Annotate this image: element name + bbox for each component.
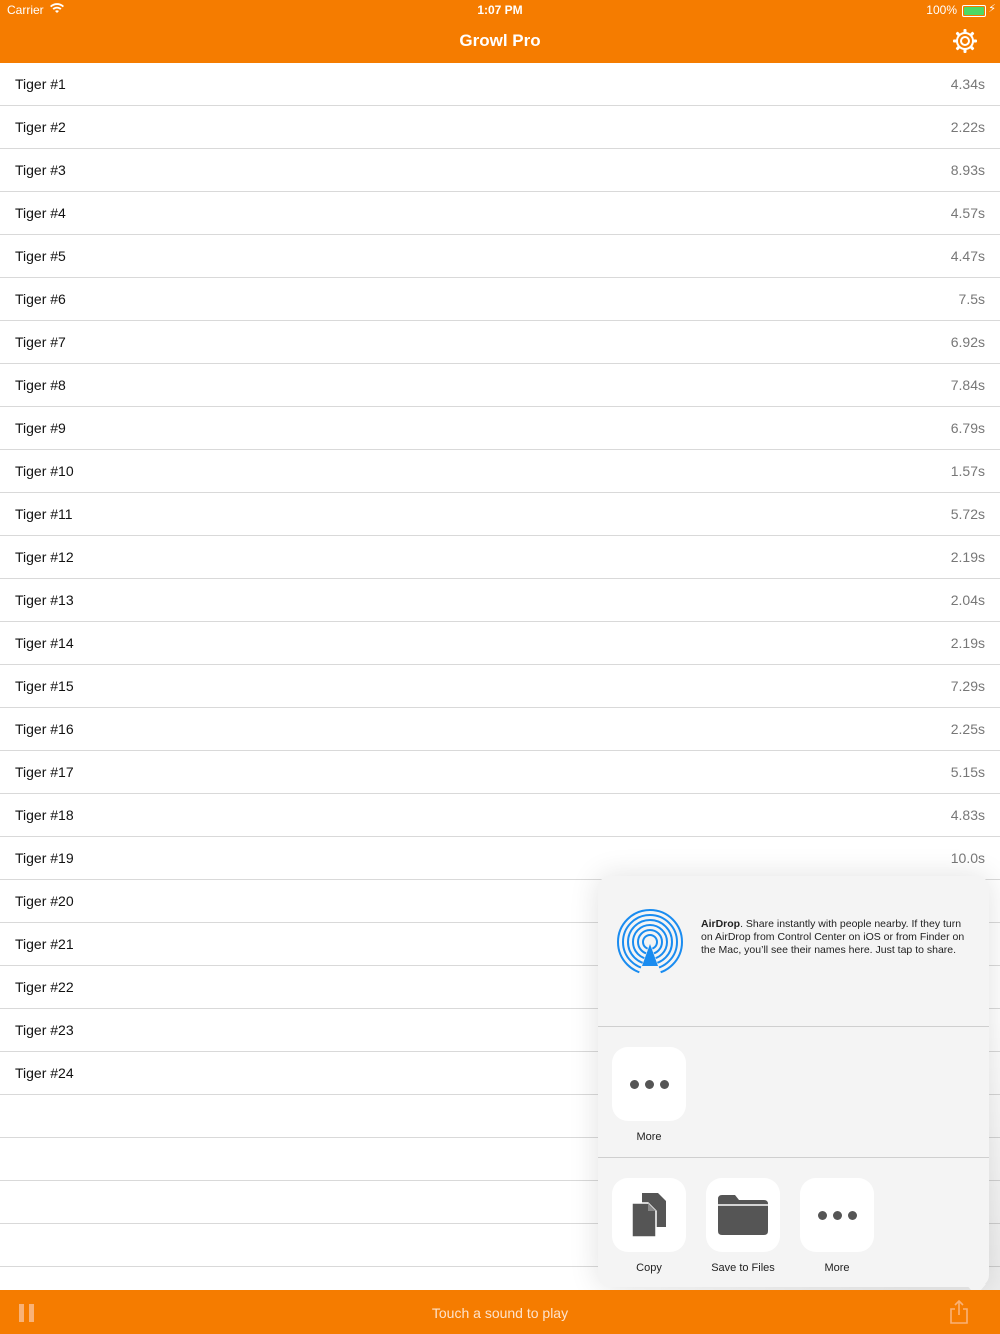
sound-row[interactable]: Tiger #12 2.19s [0,536,1000,579]
share-sheet: AirDrop. Share instantly with people nea… [598,876,989,1287]
sound-duration: 4.34s [950,76,985,92]
sound-row[interactable]: Tiger #4 4.57s [0,192,1000,235]
sound-duration: 8.93s [950,162,985,178]
copy-button[interactable]: Copy [612,1178,686,1274]
sound-name: Tiger #8 [15,377,66,393]
sound-duration: 4.47s [950,248,985,264]
sound-row[interactable]: Tiger #19 10.0s [0,837,1000,880]
sound-row[interactable]: Tiger #8 7.84s [0,364,1000,407]
gear-icon[interactable] [952,28,978,54]
sound-duration: 2.19s [950,635,985,651]
sound-duration: 6.79s [950,420,985,436]
sound-name: Tiger #19 [15,850,74,866]
sound-row[interactable]: Tiger #5 4.47s [0,235,1000,278]
sound-name: Tiger #23 [15,1022,74,1038]
save-to-files-button[interactable]: Save to Files [706,1178,780,1274]
sound-name: Tiger #15 [15,678,74,694]
sound-row[interactable]: Tiger #11 5.72s [0,493,1000,536]
sound-name: Tiger #9 [15,420,66,436]
sound-name: Tiger #1 [15,76,66,92]
sound-name: Tiger #13 [15,592,74,608]
share-icon[interactable] [949,1299,969,1324]
sound-row[interactable]: Tiger #1 4.34s [0,63,1000,106]
sound-duration: 6.92s [950,334,985,350]
sound-duration: 10.0s [950,850,985,866]
sound-name: Tiger #18 [15,807,74,823]
player-bar: Touch a sound to play [0,1290,1000,1334]
sound-row[interactable]: Tiger #3 8.93s [0,149,1000,192]
sound-duration: 4.57s [950,205,985,221]
sound-name: Tiger #21 [15,936,74,952]
sound-name: Tiger #20 [15,893,74,909]
sound-duration: 7.5s [958,291,985,307]
share-apps-row: More [598,1027,989,1158]
sound-name: Tiger #22 [15,979,74,995]
airdrop-body: . Share instantly with people nearby. If… [701,918,965,956]
navigation-bar: Carrier 1:07 PM 100% ⚡ Growl Pro [0,0,1000,63]
more-icon[interactable] [800,1178,874,1252]
more-actions-button[interactable]: More [800,1178,874,1274]
copy-icon[interactable] [612,1178,686,1252]
sound-row[interactable]: Tiger #17 5.15s [0,751,1000,794]
sound-row[interactable]: Tiger #18 4.83s [0,794,1000,837]
sound-name: Tiger #16 [15,721,74,737]
sound-row[interactable]: Tiger #7 6.92s [0,321,1000,364]
sound-duration: 2.19s [950,549,985,565]
sound-name: Tiger #5 [15,248,66,264]
sound-name: Tiger #11 [15,506,73,522]
sound-row[interactable]: Tiger #6 7.5s [0,278,1000,321]
sound-duration: 7.29s [950,678,985,694]
sound-duration: 5.15s [950,764,985,780]
sound-row[interactable]: Tiger #2 2.22s [0,106,1000,149]
folder-icon[interactable] [706,1178,780,1252]
battery-percent: 100% [926,3,957,17]
sound-name: Tiger #10 [15,463,74,479]
sound-name: Tiger #6 [15,291,66,307]
sound-row[interactable]: Tiger #9 6.79s [0,407,1000,450]
share-actions-row: Copy Save to Files More [598,1158,989,1287]
sound-row[interactable]: Tiger #15 7.29s [0,665,1000,708]
battery-icon [962,5,986,17]
sound-duration: 2.25s [950,721,985,737]
sound-duration: 2.22s [950,119,985,135]
more-apps-button[interactable]: More [612,1047,686,1143]
page-title: Growl Pro [459,31,541,50]
sound-name: Tiger #4 [15,205,66,221]
sound-row[interactable]: Tiger #14 2.19s [0,622,1000,665]
sound-name: Tiger #7 [15,334,66,350]
sound-name: Tiger #3 [15,162,66,178]
airdrop-description: AirDrop. Share instantly with people nea… [701,918,971,957]
sound-duration: 7.84s [950,377,985,393]
save-to-files-label: Save to Files [711,1262,775,1274]
charging-icon: ⚡ [988,3,996,15]
sound-duration: 2.04s [950,592,985,608]
sound-row[interactable]: Tiger #10 1.57s [0,450,1000,493]
sound-row[interactable]: Tiger #16 2.25s [0,708,1000,751]
airdrop-title: AirDrop [701,918,741,930]
status-time: 1:07 PM [477,3,523,17]
sound-row[interactable]: Tiger #13 2.04s [0,579,1000,622]
sound-name: Tiger #14 [15,635,74,651]
sound-duration: 1.57s [950,463,985,479]
sound-duration: 5.72s [950,506,985,522]
more-actions-label: More [824,1262,850,1274]
more-apps-label: More [636,1131,662,1143]
more-icon[interactable] [612,1047,686,1121]
airdrop-section[interactable]: AirDrop. Share instantly with people nea… [598,876,989,1027]
play-hint: Touch a sound to play [431,1305,569,1321]
sound-duration: 4.83s [950,807,985,823]
status-bar: Carrier 1:07 PM 100% ⚡ [0,0,1000,22]
airdrop-icon[interactable] [616,908,684,976]
copy-label: Copy [636,1262,662,1274]
sound-name: Tiger #12 [15,549,74,565]
sound-name: Tiger #2 [15,119,66,135]
sound-name: Tiger #17 [15,764,74,780]
sound-name: Tiger #24 [15,1065,74,1081]
